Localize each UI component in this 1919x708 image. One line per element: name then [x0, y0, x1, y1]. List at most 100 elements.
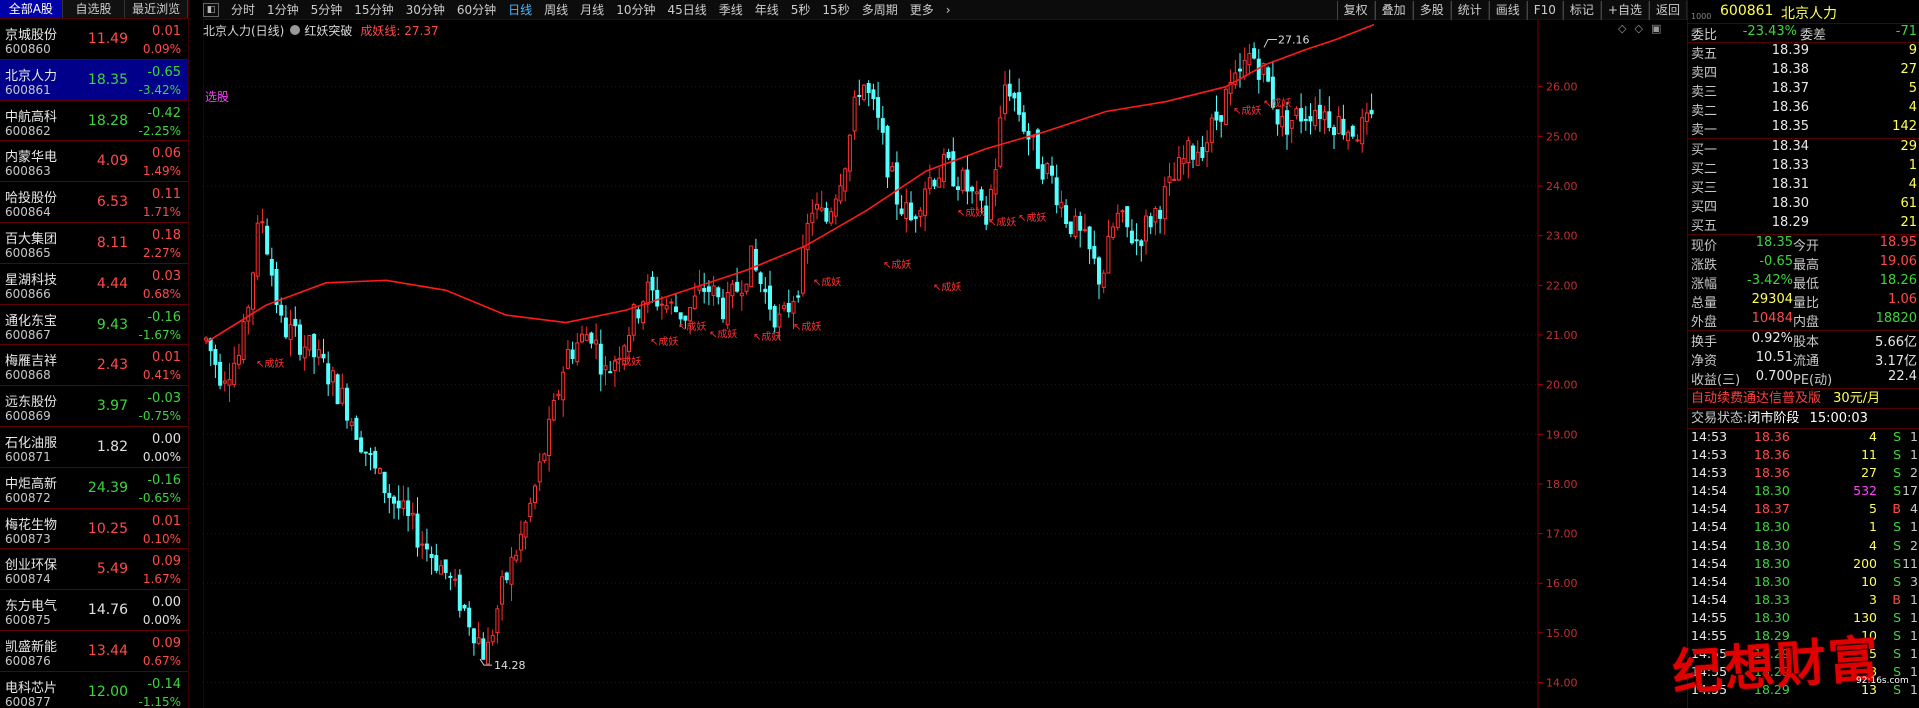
period-option[interactable]: 5秒 — [785, 0, 817, 20]
stock-row[interactable]: 梅花生物 600873 10.25 0.01 0.10% — [0, 509, 188, 550]
period-option[interactable]: 多周期 — [856, 0, 904, 20]
stock-row[interactable]: 通化东宝 600867 9.43 -0.16 -1.67% — [0, 305, 188, 346]
stat-label: 收益(三) — [1691, 373, 1741, 388]
y-tick-label: 15.00 — [1546, 627, 1578, 640]
period-option[interactable]: 年线 — [749, 0, 785, 20]
stat-row: 外盘 10484 内盘 18820 — [1688, 311, 1919, 330]
candle-body — [274, 268, 279, 306]
candle-body — [862, 84, 866, 100]
candle-body — [509, 556, 514, 585]
tool-button[interactable]: F10 — [1526, 1, 1563, 20]
stock-row[interactable]: 中炬高新 600872 24.39 -0.16 -0.65% — [0, 468, 188, 509]
candle-body — [631, 304, 636, 336]
period-option[interactable]: 更多 — [904, 0, 940, 20]
candle-body — [655, 289, 660, 307]
quote-stats: 现价 18.35 今开 18.95 涨跌 -0.65 最高 19.06 涨幅 -3.42% 最低 18… — [1688, 235, 1919, 331]
stock-change-pct: 0.68% — [142, 286, 181, 301]
ask-level[interactable]: 卖五 18.39 9 — [1688, 43, 1919, 62]
tick-side: B — [1892, 591, 1901, 607]
period-option[interactable]: 15分钟 — [348, 0, 399, 20]
tab-all-a-shares[interactable]: 全部A股 — [0, 0, 63, 18]
tick-volume: 10 — [1861, 573, 1877, 589]
stock-row[interactable]: 星湖科技 600866 4.44 0.03 0.68% — [0, 264, 188, 305]
bid-level[interactable]: 买一 18.34 29 — [1688, 139, 1919, 158]
candle-body — [1346, 131, 1351, 142]
stock-row[interactable]: 北京人力 600861 18.35 -0.65 -3.42% — [0, 59, 188, 101]
stock-price: 4.09 — [96, 153, 128, 170]
candle-body — [777, 313, 782, 328]
period-option[interactable]: 45日线 — [661, 0, 712, 20]
candle-body — [1341, 118, 1346, 136]
tool-button[interactable]: 画线 — [1488, 1, 1527, 20]
period-option[interactable]: 周线 — [538, 0, 574, 20]
candle-body — [1186, 140, 1191, 164]
tick-count: 1 — [1910, 429, 1918, 444]
period-option[interactable]: 分时 — [225, 0, 261, 20]
stock-row[interactable]: 中航高科 600862 18.28 -0.42 -2.25% — [0, 101, 188, 142]
candle-body — [894, 162, 899, 205]
bid-level[interactable]: 买二 18.33 1 — [1688, 158, 1919, 177]
candle-body — [758, 272, 763, 284]
stock-row[interactable]: 梅雁吉祥 600868 2.43 0.01 0.41% — [0, 345, 188, 387]
period-option[interactable]: 日线 — [502, 0, 538, 20]
stock-row[interactable]: 电科芯片 600877 12.00 -0.14 -1.15% — [0, 672, 188, 708]
period-option[interactable]: 月线 — [574, 0, 610, 20]
period-option[interactable]: 30分钟 — [400, 0, 451, 20]
stock-row[interactable]: 创业环保 600874 5.49 0.09 1.67% — [0, 549, 188, 591]
stock-row[interactable]: 远东股份 600869 3.97 -0.03 -0.75% — [0, 386, 188, 427]
stock-row[interactable]: 百大集团 600865 8.11 0.18 2.27% — [0, 223, 188, 264]
signal-label: ↖成妖 — [813, 275, 841, 288]
stock-row[interactable]: 石化油服 600871 1.82 0.00 0.00% — [0, 427, 188, 468]
y-tick-label: 26.00 — [1546, 81, 1578, 94]
ask-level[interactable]: 卖二 18.36 4 — [1688, 100, 1919, 119]
tool-button[interactable]: 统计 — [1450, 1, 1489, 20]
candle-body — [1294, 108, 1299, 116]
period-option[interactable]: 60分钟 — [451, 0, 502, 20]
bid-level[interactable]: 买四 18.30 61 — [1688, 196, 1919, 215]
candle-body — [312, 333, 317, 358]
stock-row[interactable]: 凯盛新能 600876 13.44 0.09 0.67% — [0, 631, 188, 672]
tool-button[interactable]: 叠加 — [1374, 1, 1413, 20]
candle-body — [1275, 109, 1280, 125]
candle-body — [1050, 165, 1054, 176]
candle-body — [265, 225, 270, 255]
tool-button[interactable]: 多股 — [1412, 1, 1451, 20]
tick-volume: 3 — [1869, 591, 1877, 607]
candlestick-chart[interactable]: 26.00 25.00 24.00 23.00 22.00 21.00 20.00 19.00… — [203, 20, 1687, 708]
subscription-ad[interactable]: 自动续费通达信普及版 30元/月 — [1688, 389, 1919, 409]
tool-button[interactable]: +自选 — [1600, 1, 1649, 20]
period-option[interactable]: 季线 — [713, 0, 749, 20]
candle-body — [377, 467, 382, 474]
period-option[interactable]: 5分钟 — [305, 0, 349, 20]
stock-row[interactable]: 哈投股份 600864 6.53 0.11 1.71% — [0, 182, 188, 223]
stock-row[interactable]: 内蒙华电 600863 4.09 0.06 1.49% — [0, 141, 188, 183]
ask-level[interactable]: 卖四 18.38 27 — [1688, 62, 1919, 81]
period-option[interactable]: 15秒 — [816, 0, 855, 20]
watermark-url: 92:16s.com — [1856, 676, 1909, 686]
bid-level[interactable]: 买三 18.31 4 — [1688, 177, 1919, 196]
tool-button[interactable]: 返回 — [1648, 1, 1687, 20]
candle-body — [1214, 111, 1219, 121]
stat-label: 总量 — [1691, 296, 1718, 311]
stock-row[interactable]: 东方电气 600875 14.76 0.00 0.00% — [0, 590, 188, 631]
tool-button[interactable]: 复权 — [1336, 1, 1375, 20]
stock-price: 18.35 — [87, 71, 128, 88]
candle-body — [500, 576, 505, 605]
period-option[interactable]: 10分钟 — [610, 0, 661, 20]
chevron-right-icon[interactable]: › — [940, 0, 957, 20]
candle-body — [1073, 215, 1078, 237]
stock-row[interactable]: 京城股份 600860 11.49 0.01 0.09% — [0, 19, 188, 60]
tab-watchlist[interactable]: 自选股 — [63, 0, 126, 18]
period-option[interactable]: 1分钟 — [261, 0, 305, 20]
stat-row: 收益(三) 0.700 PE(动) 22.4 — [1688, 369, 1919, 388]
bid-level[interactable]: 买五 18.29 21 — [1688, 215, 1919, 234]
stock-price: 18.28 — [87, 112, 128, 129]
stock-name: 创业环保 — [5, 558, 58, 574]
tab-recent[interactable]: 最近浏览 — [125, 0, 188, 18]
tool-button[interactable]: 标记 — [1562, 1, 1601, 20]
ask-level[interactable]: 卖一 18.35 142 — [1688, 119, 1919, 138]
panel-toggle-icon[interactable]: ◧ — [203, 2, 219, 17]
ask-level[interactable]: 卖三 18.37 5 — [1688, 81, 1919, 100]
candle-body — [1087, 226, 1092, 250]
candle-body — [1101, 272, 1106, 288]
